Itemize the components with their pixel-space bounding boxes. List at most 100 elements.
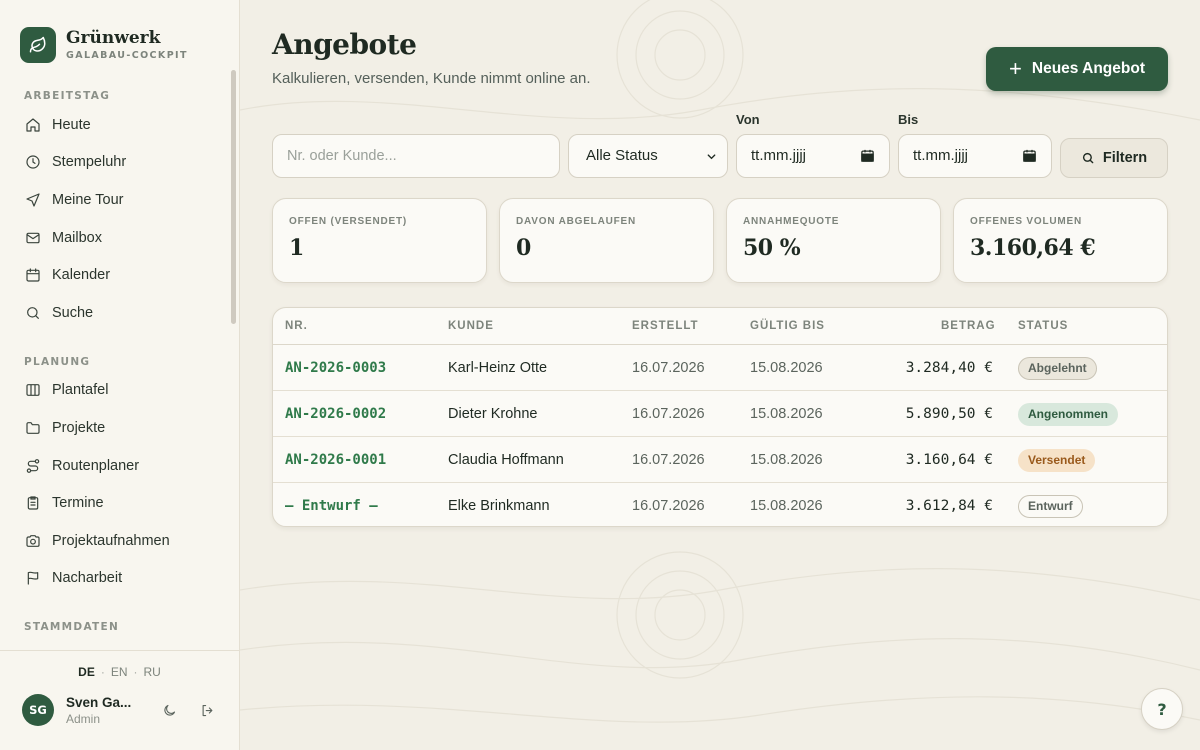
stat-value: 1 (289, 235, 304, 261)
offer-number-link[interactable]: AN-2026-0002 (285, 391, 386, 437)
brand[interactable]: Grünwerk GALABAU-COCKPIT (0, 0, 239, 70)
chevron-down-icon (707, 154, 716, 160)
sidebar-item-plantafel[interactable]: Plantafel (0, 372, 228, 410)
sidebar-item-label: Kalender (52, 267, 111, 284)
sidebar-nav: ARBEITSTAG Heute Stempeluhr Meine Tour M… (0, 78, 228, 638)
sidebar-item-label: Termine (52, 495, 104, 512)
status-select[interactable]: Alle Status (568, 134, 728, 178)
stat-label: OFFEN (VERSENDET) (289, 216, 408, 227)
main-content: Angebote Kalkulieren, versenden, Kunde n… (240, 0, 1200, 750)
clipboard-icon (24, 494, 42, 512)
sidebar-item-projektaufnahmen[interactable]: Projektaufnahmen (0, 522, 228, 560)
stat-label: ANNAHMEQUOTE (743, 216, 840, 227)
sidebar-item-heute[interactable]: Heute (0, 106, 228, 144)
created-date: 16.07.2026 (632, 452, 705, 468)
stats-row: OFFEN (VERSENDET) 1 DAVON ABGELAUFEN 0 A… (272, 198, 1168, 284)
sidebar-item-projekte[interactable]: Projekte (0, 409, 228, 447)
nav-section-title: PLANUNG (24, 355, 91, 368)
sidebar-item-termine[interactable]: Termine (0, 484, 228, 522)
column-header-nr[interactable]: NR. (285, 320, 308, 332)
search-icon (1081, 151, 1095, 165)
date-to-input[interactable]: tt.mm.jjjj (898, 134, 1052, 178)
calendar-icon (24, 266, 42, 284)
amount: 5.890,50 € (905, 406, 993, 422)
sidebar-scrollbar[interactable] (231, 70, 236, 324)
customer-name: Claudia Hoffmann (448, 452, 564, 468)
valid-until-date: 15.08.2026 (750, 406, 823, 422)
amount: 3.612,84 € (905, 498, 993, 514)
customer-name: Elke Brinkmann (448, 498, 550, 514)
nav-section-title: ARBEITSTAG (24, 90, 111, 102)
user-role: Admin (66, 711, 101, 726)
flag-icon (24, 569, 42, 587)
home-icon (24, 116, 42, 134)
stat-label: OFFENES VOLUMEN (970, 216, 1083, 227)
avatar[interactable]: SG (22, 694, 54, 726)
language-option-ru[interactable]: RU (144, 665, 161, 679)
status-badge: Angenommen (1018, 403, 1119, 426)
navigation-icon (24, 191, 42, 209)
sidebar-item-label: Plantafel (52, 382, 109, 399)
column-header-status[interactable]: STATUS (1018, 320, 1068, 332)
filter-button[interactable]: Filtern (1060, 138, 1168, 178)
date-from-input[interactable]: tt.mm.jjjj (736, 134, 890, 178)
offer-number-link[interactable]: AN-2026-0001 (285, 437, 386, 483)
sidebar-footer: DE · EN · RU SG Sven Ga... Admin (0, 650, 239, 750)
status-badge: Abgelehnt (1018, 357, 1097, 380)
user-panel: SG Sven Ga... Admin (0, 694, 239, 726)
sidebar-item-stempeluhr[interactable]: Stempeluhr (0, 144, 228, 182)
calendar-icon (1023, 149, 1036, 162)
sidebar-item-routenplaner[interactable]: Routenplaner (0, 447, 228, 485)
status-badge: Versendet (1018, 449, 1096, 472)
sidebar-item-meine-tour[interactable]: Meine Tour (0, 181, 228, 219)
sidebar-item-mailbox[interactable]: Mailbox (0, 219, 228, 257)
sidebar-item-label: Routenplaner (52, 457, 140, 474)
created-date: 16.07.2026 (632, 406, 705, 422)
dark-mode-toggle[interactable] (158, 699, 180, 721)
page-subtitle: Kalkulieren, versenden, Kunde nimmt onli… (272, 70, 591, 87)
column-header-erstellt[interactable]: ERSTELLT (632, 320, 699, 332)
column-header-gueltig-bis[interactable]: GÜLTIG BIS (750, 320, 825, 332)
table-header: NR. KUNDE ERSTELLT GÜLTIG BIS BETRAG STA… (273, 308, 1167, 345)
moon-icon (163, 704, 175, 716)
column-header-betrag[interactable]: BETRAG (941, 320, 996, 332)
status-select-value: Alle Status (586, 147, 658, 164)
sidebar-item-label: Projektaufnahmen (52, 532, 170, 549)
sidebar-item-kalender[interactable]: Kalender (0, 256, 228, 294)
sidebar-item-label: Projekte (52, 419, 106, 436)
created-date: 16.07.2026 (632, 498, 705, 514)
date-from-label: Von (736, 112, 760, 127)
language-option-en[interactable]: EN (111, 665, 128, 679)
valid-until-date: 15.08.2026 (750, 452, 823, 468)
sidebar-item-label: Suche (52, 304, 94, 321)
column-header-kunde[interactable]: KUNDE (448, 320, 494, 332)
help-button[interactable]: ? (1141, 688, 1183, 730)
customer-name: Karl-Heinz Otte (448, 360, 548, 376)
brand-subtitle: GALABAU-COCKPIT (66, 50, 188, 61)
clock-icon (24, 153, 42, 171)
status-badge: Entwurf (1018, 495, 1083, 518)
new-offer-button[interactable]: + Neues Angebot (986, 47, 1168, 91)
stat-value: 50 % (743, 235, 801, 261)
calendar-icon (861, 149, 874, 162)
logout-button[interactable] (196, 699, 218, 721)
sidebar-item-label: Heute (52, 116, 91, 133)
stat-value: 0 (516, 235, 531, 261)
table-row[interactable]: — Entwurf — Elke Brinkmann 16.07.2026 15… (273, 483, 1167, 526)
search-input[interactable]: Nr. oder Kunde... (272, 134, 560, 178)
valid-until-date: 15.08.2026 (750, 498, 823, 514)
table-row[interactable]: AN-2026-0002 Dieter Krohne 16.07.2026 15… (273, 391, 1167, 437)
offer-number-link[interactable]: — Entwurf — (285, 483, 378, 526)
folder-icon (24, 419, 42, 437)
date-from-value: tt.mm.jjjj (751, 147, 806, 164)
table-row[interactable]: AN-2026-0003 Karl-Heinz Otte 16.07.2026 … (273, 345, 1167, 391)
table-row[interactable]: AN-2026-0001 Claudia Hoffmann 16.07.2026… (273, 437, 1167, 483)
sidebar-item-suche[interactable]: Suche (0, 294, 228, 332)
valid-until-date: 15.08.2026 (750, 360, 823, 376)
sidebar-item-nacharbeit[interactable]: Nacharbeit (0, 560, 228, 598)
sidebar-item-label: Mailbox (52, 229, 102, 246)
language-option-de[interactable]: DE (78, 665, 95, 679)
stat-card-expired: DAVON ABGELAUFEN 0 (499, 198, 714, 283)
date-to-label: Bis (898, 112, 919, 127)
offer-number-link[interactable]: AN-2026-0003 (285, 345, 386, 391)
